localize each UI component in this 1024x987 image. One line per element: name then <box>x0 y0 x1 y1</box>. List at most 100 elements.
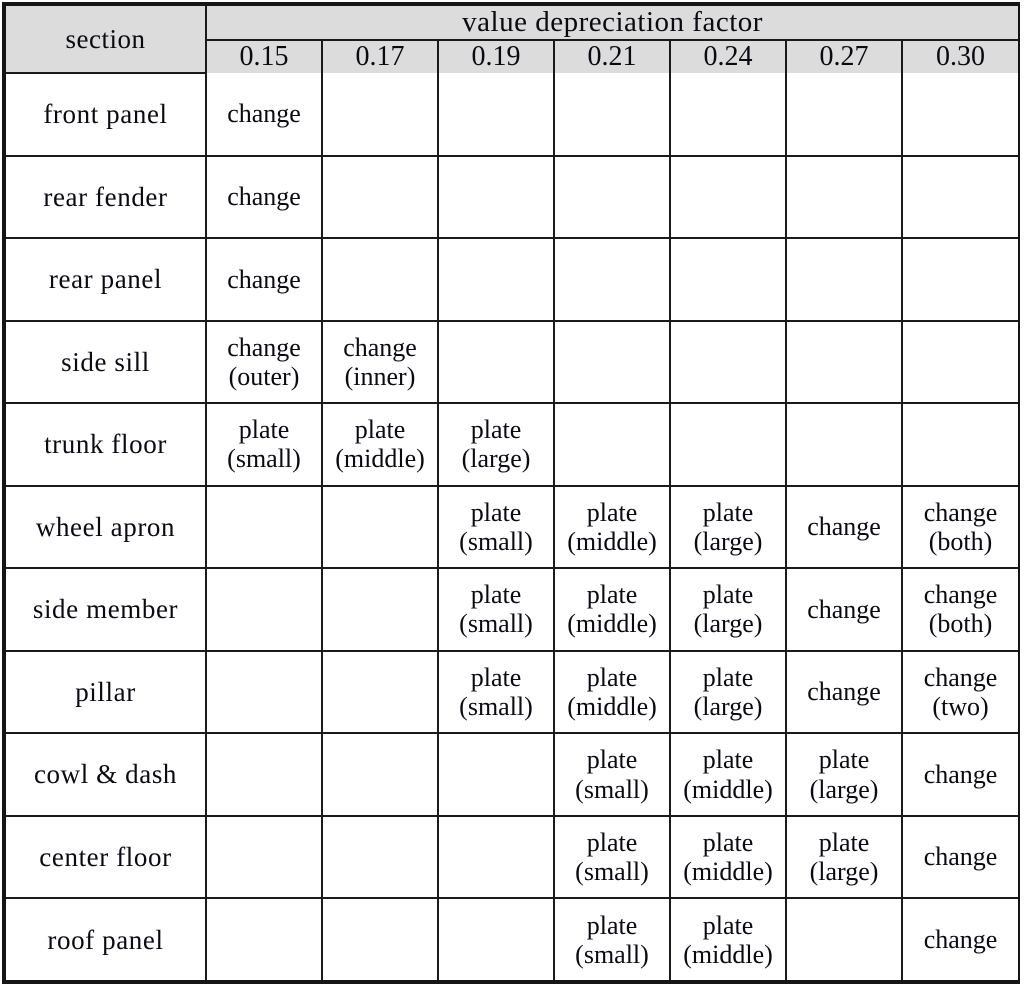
table-cell: change <box>785 649 903 735</box>
table-cell-empty <box>900 402 1019 487</box>
row-label-trunk-floor: trunk floor <box>6 402 207 487</box>
table-cell: change <box>785 484 903 570</box>
table-cell: plate (middle) <box>553 567 671 652</box>
table-cell-empty <box>321 484 439 570</box>
table-cell: change (both) <box>900 484 1019 570</box>
table-cell-empty <box>553 237 671 322</box>
table-cell: plate (small) <box>437 484 555 570</box>
row-label-rear-panel: rear panel <box>6 237 207 322</box>
table-cell-empty <box>437 237 555 322</box>
table-cell-empty <box>205 484 323 570</box>
table-cell-empty <box>900 154 1019 240</box>
cell-text: plate (large) <box>693 580 763 639</box>
table-header: section value depreciation factor 0.15 0.… <box>6 6 1019 74</box>
factor-column-header: 0.30 <box>900 39 1019 73</box>
table-row: side sill change (outer) change (inner) <box>6 319 1019 405</box>
cell-text: plate (large) <box>809 745 879 804</box>
table-cell: plate (large) <box>437 402 555 487</box>
cell-text: change <box>923 842 998 872</box>
row-label-side-member: side member <box>6 567 207 652</box>
table-cell: change (inner) <box>321 319 439 405</box>
table-cell-empty <box>669 73 787 157</box>
table-cell: plate (middle) <box>669 814 787 900</box>
table-cell-empty <box>669 154 787 240</box>
table-cell-empty <box>785 237 903 322</box>
table-cell: plate (small) <box>205 402 323 487</box>
factor-column-header: 0.27 <box>785 39 903 73</box>
cell-text: plate (small) <box>459 662 533 721</box>
row-label-rear-fender: rear fender <box>6 154 207 240</box>
table-cell: plate (small) <box>437 649 555 735</box>
row-label-roof-panel: roof panel <box>6 897 207 980</box>
cell-text: change <box>227 264 301 294</box>
cell-text: plate (large) <box>809 827 879 887</box>
cell-text: plate (middle) <box>567 497 657 556</box>
table-cell-empty <box>205 567 323 652</box>
table-cell-empty <box>437 73 555 157</box>
table-cell: plate (small) <box>553 897 671 980</box>
table-cell: change <box>785 567 903 652</box>
table-cell: plate (small) <box>437 567 555 652</box>
table-cell: plate (middle) <box>669 732 787 817</box>
table-cell: plate (middle) <box>669 897 787 980</box>
table-cell-empty <box>321 814 439 900</box>
table-cell: plate (large) <box>785 814 903 900</box>
row-label-cowl-dash: cowl & dash <box>6 732 207 817</box>
table-row: pillar plate (small) plate (middle) plate (… <box>6 649 1019 735</box>
table-cell: plate (large) <box>669 567 787 652</box>
cell-text: plate (large) <box>693 497 763 556</box>
table-cell-empty <box>321 567 439 652</box>
cell-text: change (outer) <box>227 332 301 391</box>
table-cell-empty <box>205 732 323 817</box>
table-cell: change <box>900 897 1019 980</box>
cell-text: change <box>227 182 301 212</box>
cell-text: change <box>807 512 881 542</box>
table-cell: plate (large) <box>785 732 903 817</box>
table-cell-empty <box>437 814 555 900</box>
table-cell: plate (large) <box>669 649 787 735</box>
table-cell: plate (middle) <box>553 649 671 735</box>
table-cell-empty <box>900 237 1019 322</box>
table-cell: change <box>900 732 1019 817</box>
table-cell-empty <box>785 154 903 240</box>
table-cell-empty <box>321 649 439 735</box>
table-row: trunk floor plate (small) plate (middle) pl… <box>6 402 1019 487</box>
table-cell-empty <box>321 732 439 817</box>
table-cell-empty <box>785 73 903 157</box>
cell-text: plate (small) <box>575 910 649 969</box>
cell-text: change (two) <box>923 662 998 721</box>
value-depreciation-factor-table: section value depreciation factor 0.15 0.… <box>6 6 1019 980</box>
table-row: cowl & dash plate (small) plate (middle) pl… <box>6 732 1019 817</box>
table-cell: plate (middle) <box>553 484 671 570</box>
table-row: rear panel change <box>6 237 1019 322</box>
table-cell-empty <box>785 319 903 405</box>
table-cell-empty <box>437 319 555 405</box>
table-cell-empty <box>205 814 323 900</box>
cell-text: plate (middle) <box>567 662 657 721</box>
cell-text: change <box>227 99 301 129</box>
table-cell-empty <box>437 154 555 240</box>
table-row: side member plate (small) plate (middle) pl… <box>6 567 1019 652</box>
table-cell: change <box>205 73 323 157</box>
table-cell-empty <box>321 897 439 980</box>
table-cell-empty <box>437 732 555 817</box>
section-column-header: section <box>6 6 207 74</box>
table-body: front panel change rear fender change rear p… <box>6 73 1019 980</box>
cell-text: change <box>807 677 881 707</box>
table-row: front panel change <box>6 73 1019 157</box>
cell-text: plate (middle) <box>683 910 773 969</box>
factor-column-header: 0.21 <box>553 39 671 73</box>
table-cell-empty <box>205 649 323 735</box>
table-cell: plate (small) <box>553 732 671 817</box>
table-cell-empty <box>321 237 439 322</box>
table-cell-empty <box>669 237 787 322</box>
table-cell-empty <box>553 319 671 405</box>
table-cell-empty <box>785 402 903 487</box>
factor-column-header: 0.17 <box>321 39 439 73</box>
table-cell-empty <box>900 73 1019 157</box>
row-label-side-sill: side sill <box>6 319 207 405</box>
row-label-pillar: pillar <box>6 649 207 735</box>
cell-text: plate (small) <box>459 497 533 556</box>
table-cell-empty <box>553 402 671 487</box>
header-row-group: section value depreciation factor <box>6 6 1019 74</box>
